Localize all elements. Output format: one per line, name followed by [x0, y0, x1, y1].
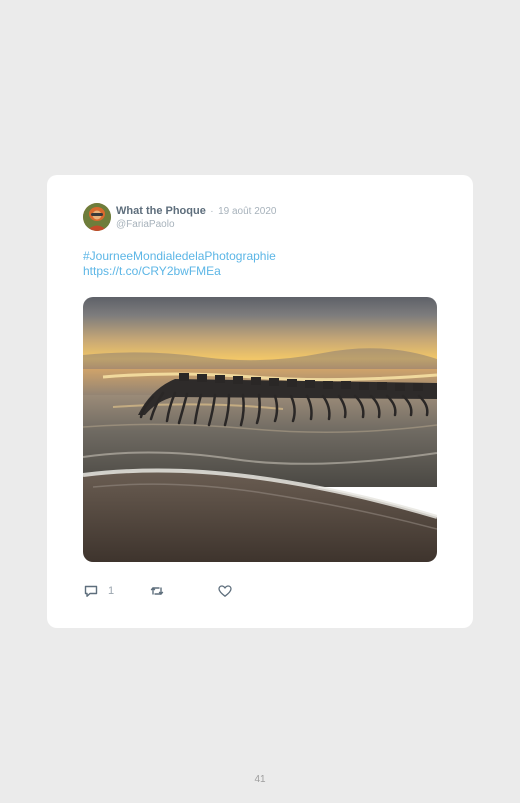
tweet-text: #JourneeMondialedelaPhotographie https:/… — [83, 249, 276, 279]
retweet-button[interactable] — [149, 583, 165, 599]
hashtag-link[interactable]: #JourneeMondialedelaPhotographie — [83, 249, 276, 264]
tweet-url-link[interactable]: https://t.co/CRY2bwFMEa — [83, 264, 276, 279]
like-button[interactable] — [217, 583, 233, 599]
avatar[interactable] — [83, 203, 111, 231]
tweet-actions: 1 — [83, 583, 233, 599]
tweet-card: What the Phoque · 19 août 2020 @FariaPao… — [47, 175, 473, 628]
retweet-icon — [150, 587, 164, 595]
author-name[interactable]: What the Phoque — [116, 205, 206, 217]
speech-bubble-icon — [84, 585, 98, 597]
beach-sculpture-photo — [83, 297, 437, 562]
heart-icon — [218, 585, 232, 597]
author-handle[interactable]: @FariaPaolo — [116, 219, 276, 231]
reply-button[interactable]: 1 — [83, 583, 114, 599]
page-number: 41 — [254, 774, 266, 785]
meta-separator: · — [210, 206, 214, 217]
tweet-photo[interactable] — [83, 297, 437, 562]
reply-count: 1 — [108, 585, 115, 597]
tweet-date[interactable]: 19 août 2020 — [218, 206, 276, 217]
tweet-meta: What the Phoque · 19 août 2020 @FariaPao… — [116, 204, 276, 231]
avatar-image — [83, 203, 111, 231]
